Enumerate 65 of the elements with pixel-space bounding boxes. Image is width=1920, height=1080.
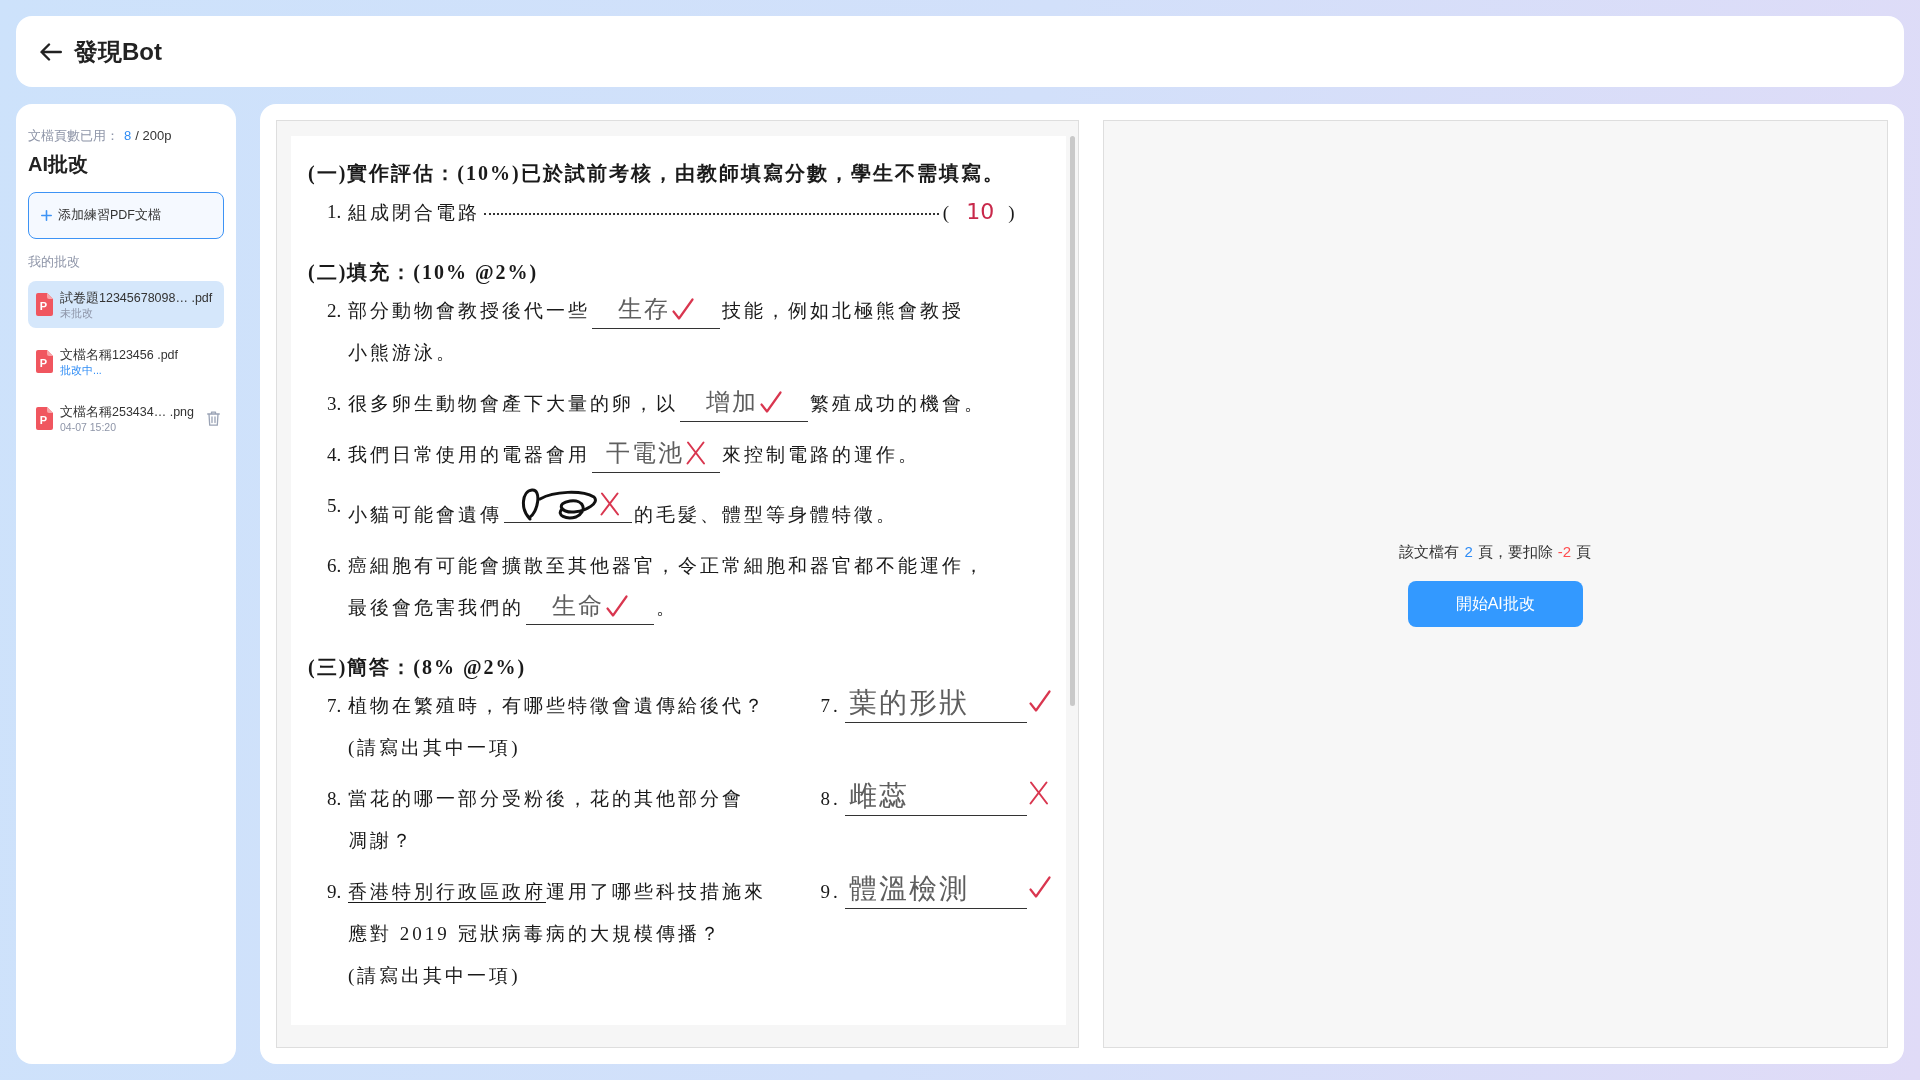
question-text: (請寫出其中一項) [348,963,521,988]
question-text: (請寫出其中一項) [348,735,521,760]
question-text: 部分動物會教授後代一些 [348,299,590,323]
question-text: 當花的哪一部分受粉後，花的其他部分會 [348,786,744,811]
question-text: 小貓可能會遺傳 [348,502,502,527]
file-status: 未批改 [60,305,94,320]
answer-number: 9. [820,880,841,904]
question-number: 4. [327,443,343,467]
section-heading: (二)填充：(10% @2%) [308,260,540,286]
question-number: 8. [327,786,343,811]
plus-icon [41,210,52,221]
back-icon[interactable] [40,42,62,61]
question-text: 癌細胞有可能會擴散至其他器官，令正常細胞和器官都不能運作， [348,553,986,578]
question-text: 小熊游泳。 [348,341,458,365]
file-status: 批改中... [60,362,103,377]
fill-in-line: 體溫檢測 [844,870,1027,909]
section-title: AI批改 [28,152,89,177]
question-text: 香港特別行政區政府運用了哪些科技措施來 [348,879,766,904]
file-icon: P [36,350,53,373]
question-text: 來控制電路的運作。 [722,443,920,467]
file-icon: P [36,293,53,316]
file-icon: P [36,407,53,430]
page-count-text: 該文檔有 2 頁，要扣除 -2 頁 [1399,542,1592,563]
section-label: 我的批改 [28,253,81,271]
file-name: 文檔名稱253434… .png [60,403,195,420]
file-list-item[interactable]: P 文檔名稱253434… .png 04-07 15:20 [28,395,224,442]
question-text: 應對 2019 冠狀病毒病的大規模傳播？ [348,921,722,946]
question-number: 9. [327,879,343,904]
add-pdf-button[interactable]: 添加練習PDF文檔 [28,192,224,239]
fill-in-line: 生存 [592,290,720,329]
question-text: 植物在繁殖時，有哪些特徵會遺傳給後代？ [348,693,766,718]
question-number: 7. [327,693,343,718]
question-number: 6. [327,553,343,578]
file-name: 試卷題12345678098… .pdf [60,289,214,306]
section-heading: (一)實作評估：(10%)已於試前考核，由教師填寫分數，學生不需填寫。 [308,161,1006,187]
file-status: 04-07 15:20 [60,419,118,434]
question-number: 2. [327,299,343,323]
fill-in-line: 生命 [526,587,654,625]
question-text: 。 [656,595,678,620]
file-name: 文檔名稱123456 .pdf [60,346,180,363]
fill-in-line: 雌蕊 [844,777,1027,816]
answer-number: 8. [820,787,841,811]
question-text: 很多卵生動物會產下大量的卵，以 [348,392,678,416]
question-text: 的毛髮、體型等身體特徵。 [634,502,898,527]
usage-text: 文檔頁數已用： 8 / 200p [28,127,173,145]
question-number: 1. [327,200,343,224]
question-text: 我們日常使用的電器會用 [348,443,590,467]
question-text: 技能，例如北極熊會教授 [722,299,964,323]
file-list-item[interactable]: P 試卷題12345678098… .pdf 未批改 [28,281,224,328]
scrollbar[interactable] [1069,136,1075,706]
section-heading: (三)簡答：(8% @2%) [308,654,528,681]
trash-icon[interactable] [207,411,220,426]
fill-in-line: 葉的形狀 [844,684,1027,723]
question-text: 最後會危害我們的 [348,595,524,620]
score-text: ( 10 ) [942,198,1018,226]
answer-number: 7. [820,694,841,718]
question-text: 繁殖成功的機會。 [810,392,986,416]
question-number: 3. [327,392,343,416]
question-text: 組成閉合電路 [348,201,480,225]
fill-in-line: 增加 [680,383,808,422]
question-text: 凋謝？ [348,828,414,853]
fill-in-line: 干電池 [592,434,720,473]
question-number: 5. [327,494,343,518]
page-title: 發現Bot [74,36,162,67]
file-list-item[interactable]: P 文檔名稱123456 .pdf 批改中... [28,338,224,385]
